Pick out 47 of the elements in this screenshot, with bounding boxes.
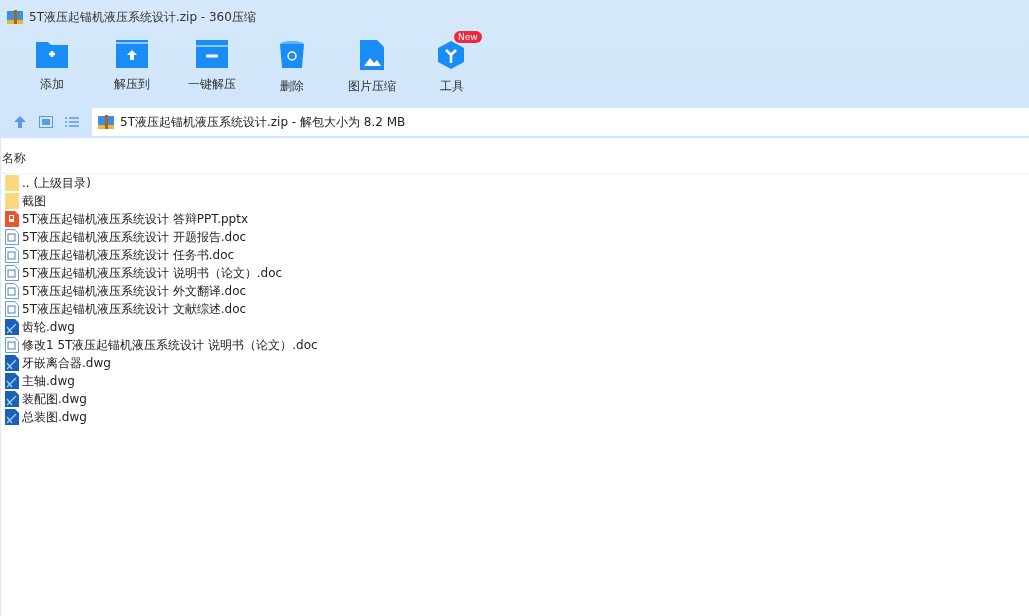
folder-upload-icon <box>116 40 148 68</box>
folder-icon <box>5 175 19 191</box>
archive-icon <box>7 9 23 25</box>
document-file-icon <box>5 301 19 317</box>
file-name[interactable]: 齿轮.dwg <box>22 318 75 336</box>
file-name[interactable]: 牙嵌离合器.dwg <box>22 354 111 372</box>
column-header[interactable]: 名称 <box>1 148 1029 174</box>
file-name[interactable]: 总装图.dwg <box>22 408 87 426</box>
toolbar-button[interactable]: 解压到 <box>92 34 172 106</box>
toolbar-button[interactable]: 添加 <box>12 34 92 106</box>
toolbar-button[interactable]: New 工具 <box>412 34 492 106</box>
file-name[interactable]: .. (上级目录) <box>22 174 91 192</box>
path-field[interactable]: 5T液压起锚机液压系统设计.zip - 解包大小为 8.2 MB <box>92 108 1029 136</box>
drawing-file-icon <box>5 391 19 407</box>
presentation-file-icon <box>5 211 19 227</box>
path-text: 5T液压起锚机液压系统设计.zip - 解包大小为 8.2 MB <box>120 113 406 131</box>
file-name[interactable]: 截图 <box>22 192 46 210</box>
folder-icon <box>5 193 19 209</box>
toolbar-button[interactable]: 删除 <box>252 34 332 106</box>
toolbar-button[interactable]: 图片压缩 <box>332 34 412 106</box>
archive-icon <box>98 114 114 130</box>
file-name[interactable]: 5T液压起锚机液压系统设计 文献综述.doc <box>22 300 247 318</box>
folder-plus-icon <box>36 40 68 68</box>
window-title: 5T液压起锚机液压系统设计.zip - 360压缩 <box>29 8 256 26</box>
drawing-file-icon <box>5 373 19 389</box>
toolbar-button[interactable]: 一键解压 <box>172 34 252 106</box>
document-file-icon <box>5 229 19 245</box>
file-name[interactable]: 装配图.dwg <box>22 390 87 408</box>
file-name[interactable]: 5T液压起锚机液压系统设计 开题报告.doc <box>22 228 247 246</box>
drawing-file-icon <box>5 355 19 371</box>
new-badge: New <box>454 31 482 43</box>
drawing-file-icon <box>5 319 19 335</box>
file-name[interactable]: 5T液压起锚机液压系统设计 答辩PPT.pptx <box>22 210 248 228</box>
document-file-icon <box>5 337 19 353</box>
document-file-icon <box>5 265 19 281</box>
file-name[interactable]: 修改1 5T液压起锚机液压系统设计 说明书（论文）.doc <box>22 336 318 354</box>
hexagon-y-icon <box>437 40 467 70</box>
file-name[interactable]: 主轴.dwg <box>22 372 75 390</box>
file-name[interactable]: 5T液压起锚机液压系统设计 任务书.doc <box>22 246 235 264</box>
file-name[interactable]: 5T液压起锚机液压系统设计 说明书（论文）.doc <box>22 264 283 282</box>
document-file-icon <box>5 283 19 299</box>
file-name[interactable]: 5T液压起锚机液压系统设计 外文翻译.doc <box>22 282 247 300</box>
drawing-file-icon <box>5 409 19 425</box>
document-file-icon <box>5 247 19 263</box>
recycle-bin-icon <box>279 40 305 70</box>
folder-minus-icon <box>196 40 228 68</box>
image-file-icon <box>360 40 384 70</box>
